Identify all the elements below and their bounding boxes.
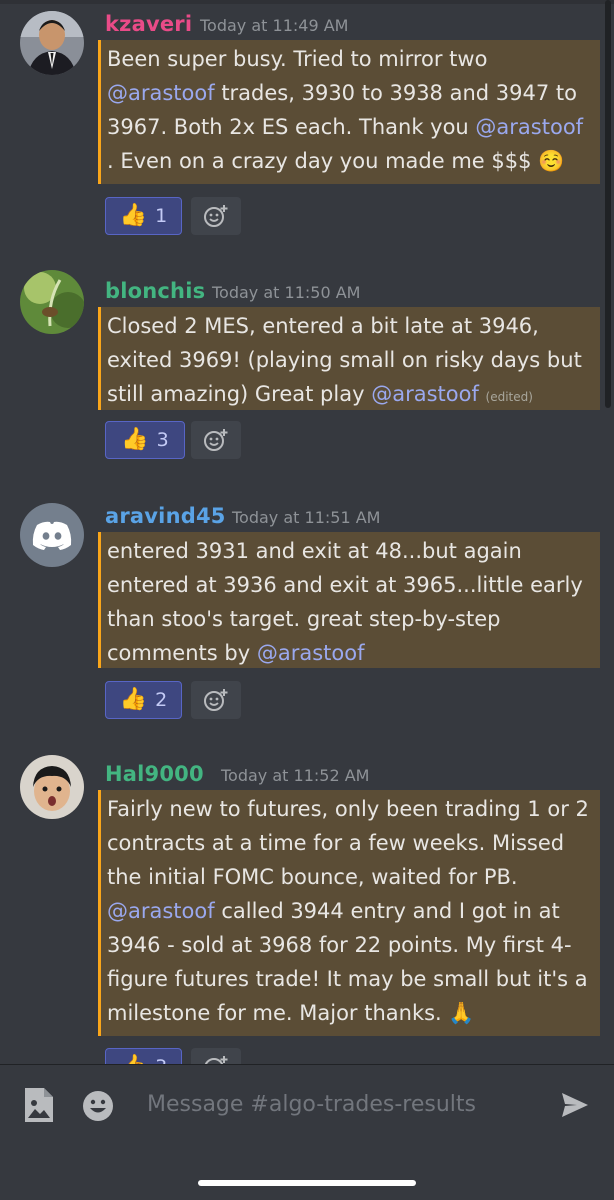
top-edge: [0, 0, 614, 4]
send-button[interactable]: [561, 1092, 589, 1122]
message-text: Fairly new to futures, only been trading…: [107, 797, 589, 889]
send-icon: [562, 1093, 588, 1117]
reaction-count: 1: [155, 205, 168, 227]
message-text: [479, 382, 486, 406]
user-mention[interactable]: @arastoof: [107, 81, 215, 105]
discord-logo-icon: [32, 521, 72, 550]
thumbs-up-icon: 👍: [119, 203, 148, 228]
reaction-count: 3: [156, 429, 169, 451]
avatar[interactable]: [20, 270, 84, 334]
message-timestamp: Today at 11:51 AM: [232, 508, 381, 527]
reaction-thumbs-up[interactable]: 👍 1: [105, 197, 182, 235]
message-content: entered 3931 and exit at 48...but again …: [98, 532, 600, 668]
add-reaction-icon: [204, 689, 228, 711]
author-name[interactable]: aravind45: [105, 504, 226, 528]
add-reaction-button[interactable]: [191, 197, 241, 235]
avatar[interactable]: [20, 11, 84, 75]
thumbs-up-icon: 👍: [119, 687, 148, 712]
author-name[interactable]: Hal9000: [105, 762, 204, 786]
image-icon: [25, 1088, 53, 1122]
emoji-button[interactable]: [82, 1090, 114, 1126]
author-name[interactable]: kzaveri: [105, 12, 192, 36]
message-content: Been super busy. Tried to mirror two @ar…: [98, 40, 600, 184]
avatar[interactable]: [20, 755, 84, 819]
add-reaction-icon: [204, 205, 228, 227]
add-reaction-button[interactable]: [191, 421, 241, 459]
message-text: Been super busy. Tried to mirror two: [107, 47, 488, 71]
message-text: . Even on a crazy day you made me $$$ ☺️: [107, 149, 565, 173]
add-reaction-button[interactable]: [191, 681, 241, 719]
reaction-thumbs-up[interactable]: 👍 2: [105, 681, 182, 719]
message-timestamp: Today at 11:50 AM: [212, 283, 361, 302]
message-content: Fairly new to futures, only been trading…: [98, 790, 600, 1036]
user-mention[interactable]: @arastoof: [257, 641, 365, 665]
message-content: Closed 2 MES, entered a bit late at 3946…: [98, 307, 600, 410]
add-reaction-icon: [204, 429, 228, 451]
author-name[interactable]: blonchis: [105, 279, 205, 303]
thumbs-up-icon: 👍: [121, 427, 149, 452]
message-input[interactable]: Message #algo-trades-results: [147, 1092, 476, 1117]
user-mention[interactable]: @arastoof: [371, 382, 479, 406]
user-mention[interactable]: @arastoof: [475, 115, 583, 139]
user-mention[interactable]: @arastoof: [107, 899, 215, 923]
emoji-icon: [83, 1091, 113, 1121]
home-indicator: [198, 1180, 416, 1186]
avatar[interactable]: [20, 503, 84, 567]
edited-marker: (edited): [485, 390, 533, 404]
reaction-thumbs-up[interactable]: 👍 3: [105, 421, 185, 459]
scrollbar[interactable]: [605, 0, 611, 408]
image-upload-button[interactable]: [22, 1086, 56, 1128]
reaction-count: 2: [155, 689, 168, 711]
message-timestamp: Today at 11:52 AM: [221, 766, 370, 785]
message-timestamp: Today at 11:49 AM: [200, 16, 349, 35]
